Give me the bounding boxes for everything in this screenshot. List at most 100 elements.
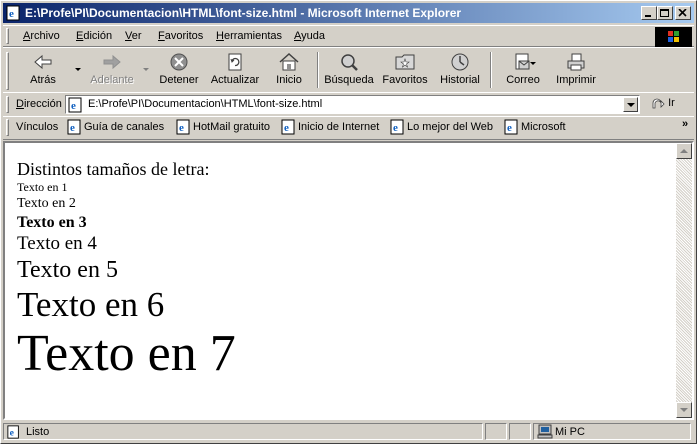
home-icon [279,52,299,71]
favorites-folder-icon [395,54,415,70]
svg-text:e: e [507,122,512,134]
refresh-button[interactable]: Actualizar [206,50,264,90]
ie-page-icon[interactable]: e [6,5,22,21]
standard-toolbar: Atrás Adelante Detener Actualizar Inicio… [3,47,694,93]
refresh-icon [228,53,242,71]
svg-text:e: e [284,122,289,134]
window-title: E:\Profe\PI\Documentacion\HTML\font-size… [25,6,462,20]
status-bar: e Listo Mi PC [3,422,694,441]
text-size-4: Texto en 4 [17,233,97,254]
address-bar-grip[interactable] [6,96,9,113]
ie-page-icon: e [390,119,404,135]
ie-page-icon: e [67,119,81,135]
search-label: Búsqueda [324,74,374,86]
address-dropdown-button[interactable] [623,97,638,112]
menu-ver[interactable]: Ver [125,30,142,42]
history-icon [451,53,469,71]
status-panel: e Listo [3,423,483,440]
status-panel-secure [509,423,531,440]
scroll-down-button[interactable] [676,402,692,418]
mail-dropdown-arrow[interactable] [530,62,536,65]
search-button[interactable]: Búsqueda [323,50,375,90]
toolbar-separator [317,52,319,88]
text-size-3: Texto en 3 [17,214,87,231]
svg-text:e: e [393,122,398,134]
links-bar-grip[interactable] [6,119,9,136]
svg-text:e: e [71,100,76,112]
ie-page-icon: e [176,119,190,135]
go-arrow-icon [652,98,665,109]
toolbar-grip[interactable] [6,52,9,90]
refresh-label: Actualizar [210,74,260,86]
go-label: Ir [668,97,675,109]
link-inicio-de-internet[interactable]: e Inicio de Internet [281,119,379,137]
stop-icon [170,53,188,71]
text-size-6: Texto en 6 [17,285,165,324]
svg-text:e: e [9,8,14,20]
back-dropdown-arrow[interactable] [75,68,81,71]
menu-edicion[interactable]: Edición [76,30,112,42]
minimize-button[interactable] [641,6,657,20]
print-label: Imprimir [556,74,596,86]
text-size-5: Texto en 5 [17,257,118,283]
link-microsoft[interactable]: e Microsoft [504,119,566,137]
text-size-2: Texto en 2 [17,196,76,211]
back-arrow-icon [34,54,52,70]
links-bar: Vínculos e Guía de canales e HotMail gratu… [3,116,694,140]
home-label: Inicio [276,74,302,86]
svg-text:e: e [70,122,75,134]
address-label: Dirección [16,98,62,110]
zone-text: Mi PC [555,426,585,438]
ie-page-icon: e [504,119,518,135]
close-button[interactable] [675,6,691,20]
menu-archivo[interactable]: Archivo [23,30,60,42]
history-button[interactable]: Historial [436,50,484,90]
menu-favoritos[interactable]: Favoritos [158,30,203,42]
vertical-scrollbar[interactable] [676,143,692,418]
favorites-label: Favoritos [382,74,428,86]
menu-bar: Archivo Edición Ver Favoritos Herramient… [3,25,694,48]
windows-logo [655,27,692,48]
ie-page-icon: e [7,425,21,442]
search-icon [341,54,358,71]
address-bar: Dirección e Ir [3,92,694,117]
link-lo-mejor-del-web[interactable]: e Lo mejor del Web [390,119,493,137]
ie-page-icon: e [68,97,84,116]
home-button[interactable]: Inicio [269,50,309,90]
svg-text:e: e [10,428,15,439]
menu-ayuda[interactable]: Ayuda [294,30,325,42]
scroll-up-button[interactable] [676,143,692,159]
address-input[interactable] [88,98,608,110]
menu-herramientas[interactable]: Herramientas [216,30,282,42]
forward-button[interactable]: Adelante [85,50,139,90]
link-label: Lo mejor del Web [407,121,494,133]
printer-icon [567,53,585,71]
print-button[interactable]: Imprimir [551,50,601,90]
favorites-button[interactable]: Favoritos [380,50,430,90]
go-button[interactable]: Ir [651,97,675,109]
history-label: Historial [440,74,480,86]
mail-button[interactable]: Correo [500,50,546,90]
maximize-button[interactable] [657,6,673,20]
title-bar[interactable]: e E:\Profe\PI\Documentacion\HTML\font-si… [3,3,694,23]
status-panel-progress [485,423,507,440]
status-text: Listo [26,426,50,438]
mail-label: Correo [506,74,540,86]
link-hotmail-gratuito[interactable]: e HotMail gratuito [176,119,270,137]
page-content: Distintos tamaños de letra: Texto en 1 T… [3,141,694,420]
back-button[interactable]: Atrás [17,50,69,90]
links-more-chevron[interactable]: » [682,118,688,130]
text-size-1: Texto en 1 [17,180,68,194]
back-label: Atrás [30,74,56,86]
text-size-7: Texto en 7 [17,325,236,382]
stop-label: Detener [159,74,199,86]
zone-panel: Mi PC [533,423,691,440]
forward-arrow-icon [103,54,121,70]
forward-label: Adelante [90,74,134,86]
links-label: Vínculos [16,121,59,133]
address-combobox[interactable]: e [65,95,640,114]
link-guia-de-canales[interactable]: e Guía de canales [67,119,164,137]
stop-button[interactable]: Detener [155,50,203,90]
menu-bar-grip[interactable] [6,28,9,44]
forward-dropdown-arrow[interactable] [143,68,149,71]
